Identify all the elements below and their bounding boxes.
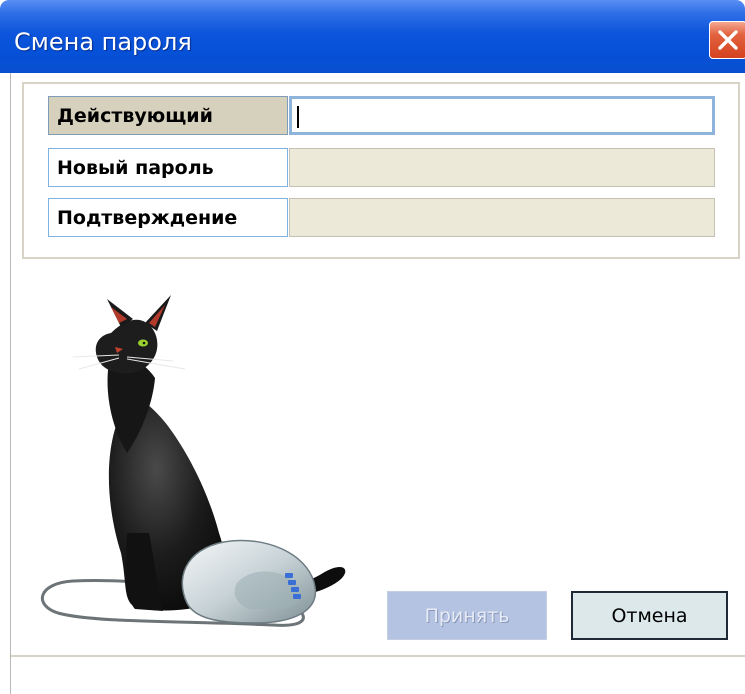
- confirm-password-label: Подтверждение: [48, 198, 288, 237]
- text-caret: [297, 106, 299, 128]
- close-button[interactable]: [709, 21, 745, 59]
- cancel-button[interactable]: Отмена: [571, 591, 728, 640]
- new-password-input[interactable]: [289, 148, 715, 187]
- new-password-row: Новый пароль: [48, 148, 727, 187]
- current-password-label: Действующий: [48, 96, 288, 135]
- title-bar[interactable]: Смена пароля: [0, 0, 745, 73]
- window-title: Смена пароля: [14, 28, 192, 56]
- close-icon: [718, 30, 738, 50]
- cat-mouse-illustration: [40, 295, 346, 627]
- password-form: Действующий Новый пароль Подтверждение: [22, 82, 740, 259]
- current-password-input[interactable]: [289, 96, 715, 135]
- confirm-password-row: Подтверждение: [48, 198, 727, 237]
- new-password-label: Новый пароль: [48, 148, 288, 187]
- current-password-row: Действующий: [48, 96, 727, 135]
- accept-button[interactable]: Принять: [387, 591, 547, 640]
- dialog-client-area: Действующий Новый пароль Подтверждение П…: [10, 73, 745, 694]
- status-bar-divider: [11, 655, 745, 657]
- confirm-password-input[interactable]: [289, 198, 715, 237]
